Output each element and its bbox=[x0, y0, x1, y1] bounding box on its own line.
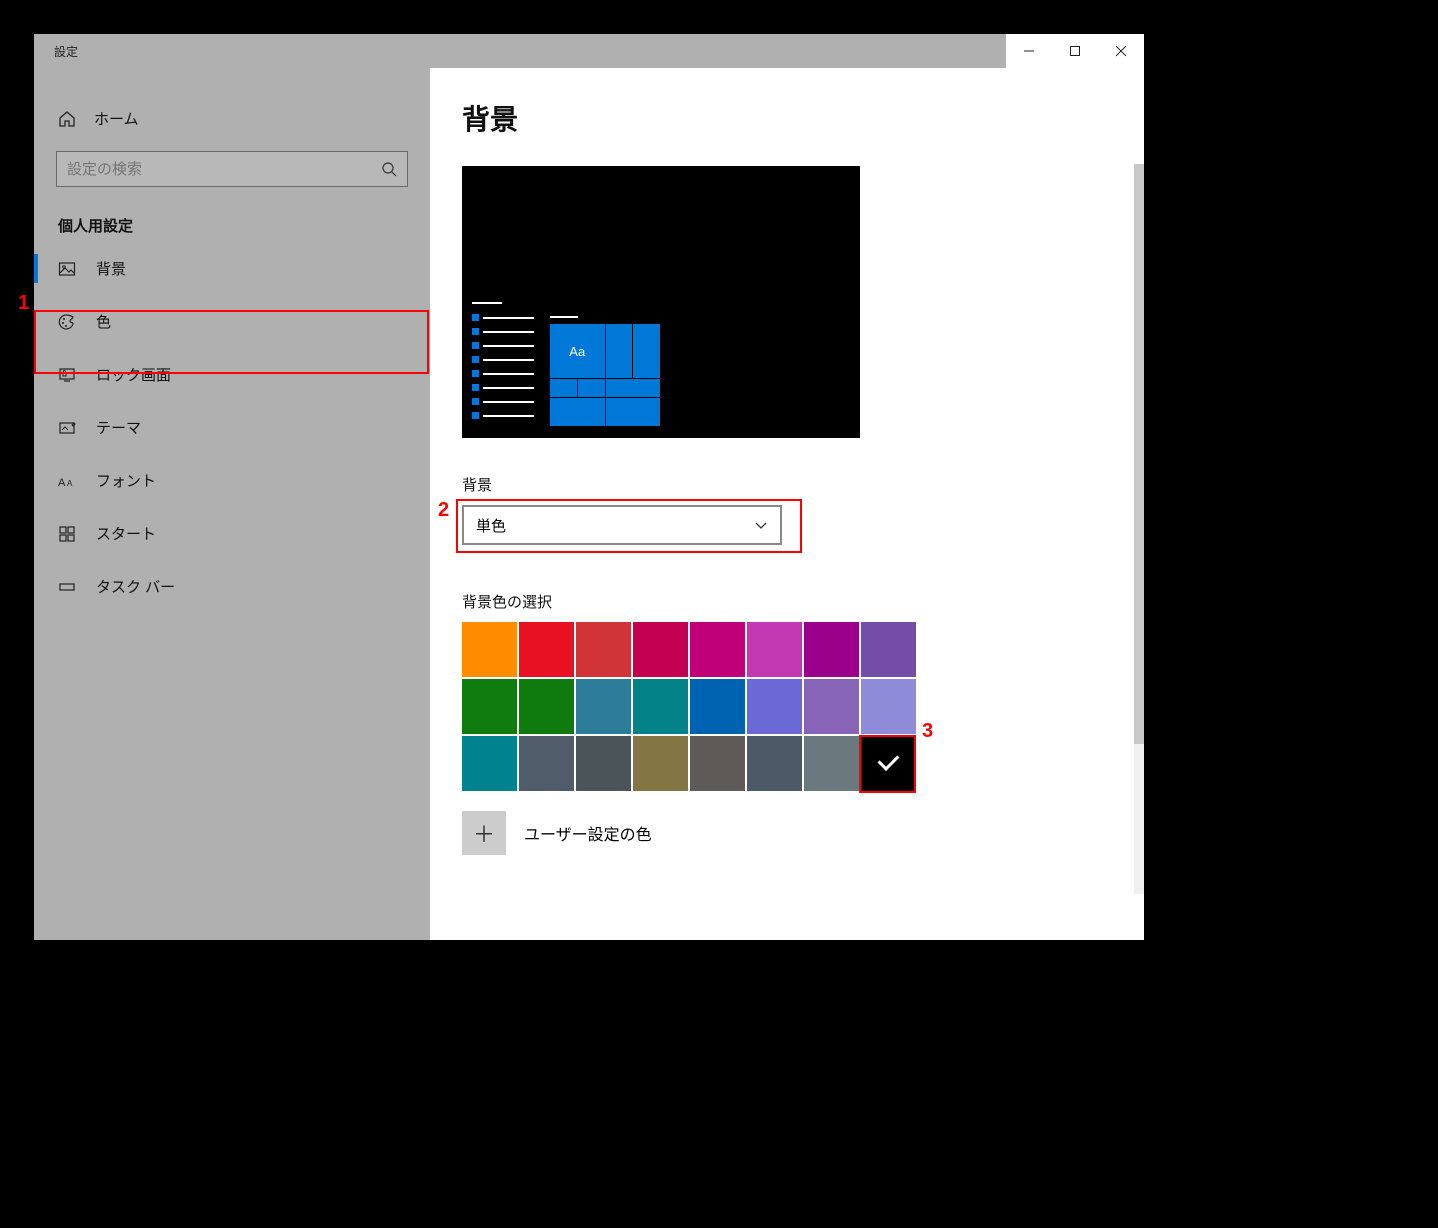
picture-icon bbox=[58, 260, 78, 278]
titlebar: 設定 bbox=[34, 34, 1144, 68]
annotation-label-1: 1 bbox=[18, 292, 29, 315]
start-icon bbox=[58, 525, 78, 543]
lockscreen-icon bbox=[58, 366, 78, 384]
home-button[interactable]: ホーム bbox=[34, 94, 430, 143]
font-icon: AA bbox=[58, 473, 78, 489]
sidebar-item-5[interactable]: スタート bbox=[34, 507, 430, 560]
annotation-label-3: 3 bbox=[922, 720, 933, 743]
search-icon bbox=[381, 161, 397, 177]
titlebar-controls bbox=[1006, 34, 1144, 68]
chevron-down-icon bbox=[754, 518, 768, 532]
color-swatch[interactable] bbox=[804, 736, 859, 791]
sidebar-item-0[interactable]: 背景 bbox=[34, 242, 430, 295]
scrollbar[interactable] bbox=[1134, 164, 1144, 894]
window-body: ホーム 個人用設定 背景色ロック画面テーマAAフォントスタートタスク バー 1 … bbox=[34, 68, 1144, 940]
color-swatch[interactable] bbox=[804, 622, 859, 677]
section-title: 個人用設定 bbox=[34, 205, 430, 242]
color-section-label: 背景色の選択 bbox=[462, 591, 1114, 612]
sidebar-item-label: スタート bbox=[96, 523, 156, 544]
annotation-label-2: 2 bbox=[438, 499, 449, 522]
home-label: ホーム bbox=[94, 108, 139, 129]
svg-text:A: A bbox=[67, 479, 73, 488]
background-dropdown-value: 単色 bbox=[476, 515, 506, 536]
custom-color-row: ＋ ユーザー設定の色 bbox=[462, 811, 1114, 855]
color-swatch[interactable] bbox=[861, 736, 916, 791]
sidebar-item-label: テーマ bbox=[96, 417, 141, 438]
color-swatch[interactable] bbox=[576, 736, 631, 791]
sidebar-item-6[interactable]: タスク バー bbox=[34, 560, 430, 613]
sidebar-item-label: 背景 bbox=[96, 258, 126, 279]
main-content: 背景 bbox=[430, 68, 1144, 940]
color-swatch[interactable] bbox=[861, 622, 916, 677]
close-icon bbox=[1115, 45, 1127, 57]
svg-text:A: A bbox=[58, 477, 66, 489]
sidebar-item-1[interactable]: 色 bbox=[34, 295, 430, 348]
close-button[interactable] bbox=[1098, 34, 1144, 68]
color-swatch[interactable] bbox=[690, 622, 745, 677]
custom-color-button[interactable]: ＋ bbox=[462, 811, 506, 855]
maximize-icon bbox=[1069, 45, 1081, 57]
color-swatch[interactable] bbox=[633, 679, 688, 734]
sidebar-item-2[interactable]: ロック画面 bbox=[34, 348, 430, 401]
color-swatch[interactable] bbox=[462, 622, 517, 677]
settings-window: 設定 ホーム bbox=[34, 34, 1144, 940]
home-icon bbox=[58, 110, 78, 128]
maximize-button[interactable] bbox=[1052, 34, 1098, 68]
sidebar: ホーム 個人用設定 背景色ロック画面テーマAAフォントスタートタスク バー 1 bbox=[34, 68, 430, 940]
sidebar-item-4[interactable]: AA フォント bbox=[34, 454, 430, 507]
color-swatch[interactable] bbox=[690, 679, 745, 734]
background-dropdown-label: 背景 bbox=[462, 474, 1114, 495]
palette-icon bbox=[58, 313, 78, 331]
custom-color-label: ユーザー設定の色 bbox=[524, 821, 652, 845]
color-swatch[interactable] bbox=[576, 679, 631, 734]
plus-icon: ＋ bbox=[473, 817, 495, 849]
color-swatch[interactable] bbox=[633, 622, 688, 677]
sidebar-item-label: ロック画面 bbox=[96, 364, 171, 385]
color-swatch[interactable] bbox=[861, 679, 916, 734]
sidebar-item-label: タスク バー bbox=[96, 576, 175, 597]
search-box[interactable] bbox=[56, 151, 408, 187]
window-title: 設定 bbox=[54, 43, 78, 60]
search-input[interactable] bbox=[67, 161, 381, 178]
color-swatch[interactable] bbox=[462, 736, 517, 791]
desktop-preview: Aa bbox=[462, 166, 860, 438]
taskbar-icon bbox=[58, 578, 78, 596]
color-swatch[interactable] bbox=[519, 622, 574, 677]
preview-tile-sample: Aa bbox=[550, 324, 605, 378]
color-swatch[interactable] bbox=[804, 679, 859, 734]
preview-start-list bbox=[472, 302, 534, 426]
page-title: 背景 bbox=[462, 98, 1114, 138]
preview-start-tiles: Aa bbox=[550, 316, 670, 426]
color-swatch[interactable] bbox=[747, 736, 802, 791]
minimize-button[interactable] bbox=[1006, 34, 1052, 68]
sidebar-item-label: 色 bbox=[96, 311, 111, 332]
sidebar-item-label: フォント bbox=[96, 470, 156, 491]
color-swatch[interactable] bbox=[519, 679, 574, 734]
color-swatch[interactable] bbox=[519, 736, 574, 791]
color-swatch[interactable] bbox=[576, 622, 631, 677]
color-swatch[interactable] bbox=[462, 679, 517, 734]
color-swatch[interactable] bbox=[690, 736, 745, 791]
scrollbar-thumb[interactable] bbox=[1134, 164, 1144, 744]
background-dropdown[interactable]: 単色 bbox=[462, 505, 782, 545]
minimize-icon bbox=[1023, 45, 1035, 57]
color-swatch[interactable] bbox=[633, 736, 688, 791]
color-swatch[interactable] bbox=[747, 622, 802, 677]
color-grid: 3 bbox=[462, 622, 916, 791]
theme-icon bbox=[58, 419, 78, 437]
color-swatch[interactable] bbox=[747, 679, 802, 734]
nav-list: 背景色ロック画面テーマ AA フォントスタートタスク バー bbox=[34, 242, 430, 613]
sidebar-item-3[interactable]: テーマ bbox=[34, 401, 430, 454]
